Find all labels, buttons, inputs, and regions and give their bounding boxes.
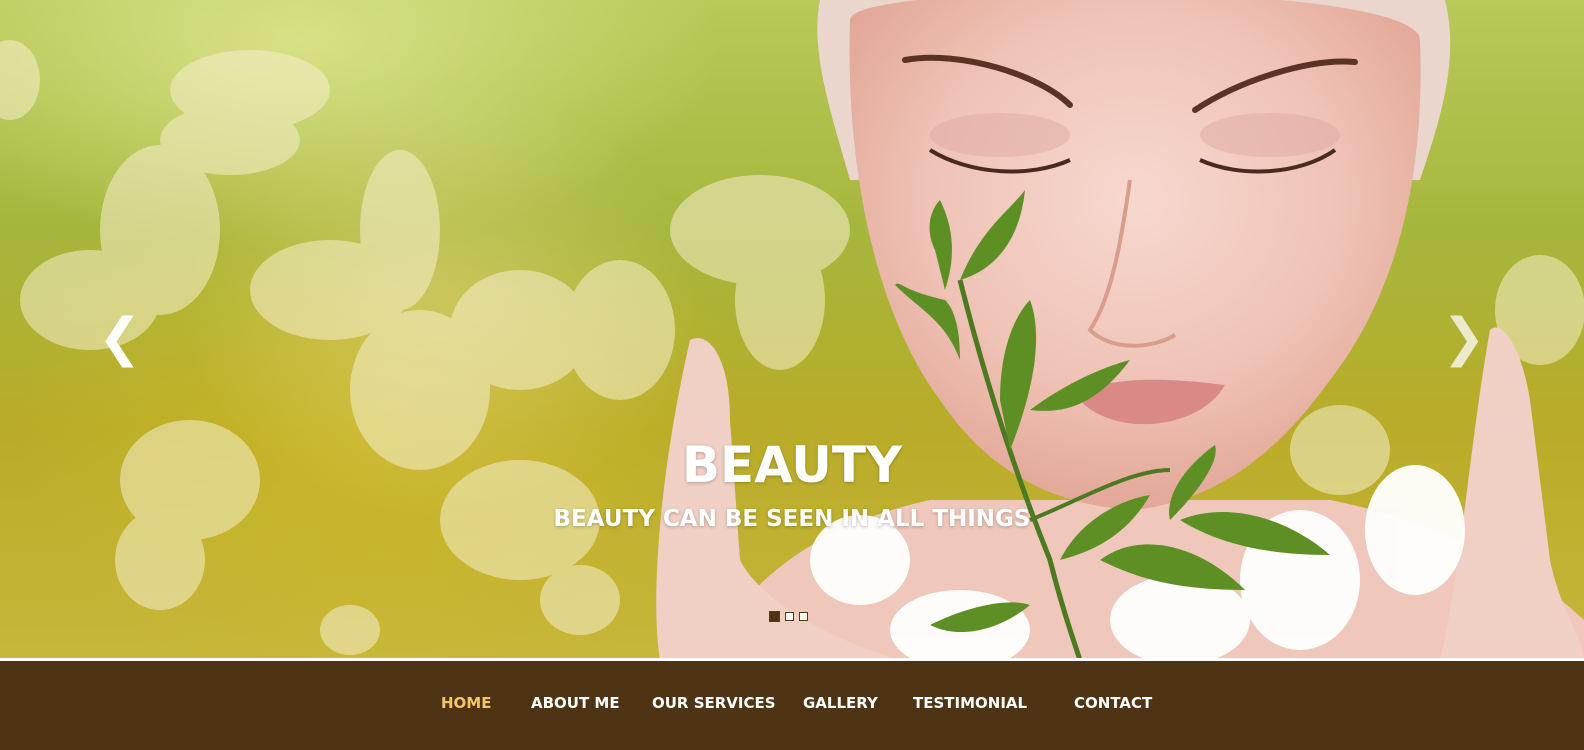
slider-dot[interactable] — [769, 611, 780, 622]
hero-title: BEAUTY — [681, 436, 903, 494]
nav-item-home[interactable]: HOME — [441, 693, 491, 713]
chevron-right-icon: ❯ — [1442, 308, 1486, 368]
chevron-left-icon: ❮ — [98, 308, 142, 368]
slider-dot[interactable] — [799, 612, 808, 621]
slider-pagination — [769, 611, 808, 622]
hero-image — [0, 0, 1584, 660]
main-navigation: HOME ABOUT ME OUR SERVICES GALLERY TESTI… — [0, 661, 1584, 750]
prev-slide-button[interactable]: ❮ — [98, 308, 142, 368]
nav-item-testimonial[interactable]: TESTIMONIAL — [913, 693, 1027, 713]
nav-item-about-me[interactable]: ABOUT ME — [531, 693, 620, 713]
nav-item-contact[interactable]: CONTACT — [1074, 693, 1152, 713]
page: ❮ ❯ BEAUTY BEAUTY CAN BE SEEN IN ALL THI… — [0, 0, 1584, 750]
hero-subtitle: BEAUTY CAN BE SEEN IN ALL THINGS — [553, 506, 1031, 532]
nav-list: HOME ABOUT ME OUR SERVICES GALLERY TESTI… — [0, 693, 1584, 717]
nav-item-our-services[interactable]: OUR SERVICES — [652, 693, 776, 713]
nav-item-gallery[interactable]: GALLERY — [803, 693, 878, 713]
hero-slider: ❮ ❯ BEAUTY BEAUTY CAN BE SEEN IN ALL THI… — [0, 0, 1584, 660]
slider-dot[interactable] — [785, 612, 794, 621]
next-slide-button[interactable]: ❯ — [1442, 308, 1486, 368]
